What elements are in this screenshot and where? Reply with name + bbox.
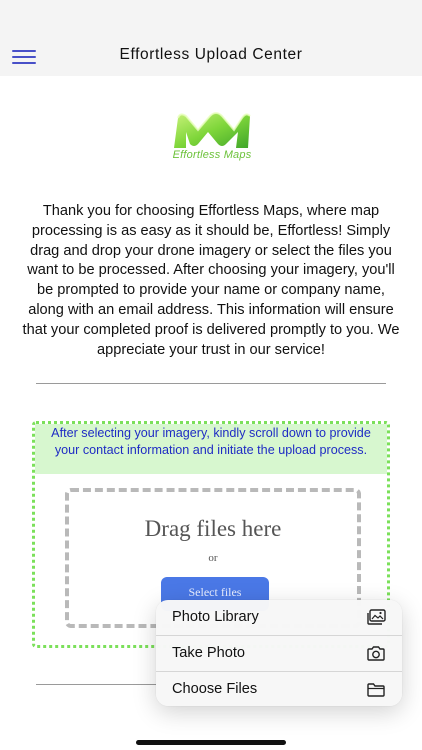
folder-icon (367, 683, 385, 697)
logo-m-icon (174, 112, 251, 148)
home-indicator[interactable] (136, 740, 286, 745)
intro-text: Thank you for choosing Effortless Maps, … (22, 203, 400, 358)
file-source-menu: Photo Library Take Photo Choose Files (156, 600, 402, 706)
app-header: Effortless Upload Center (0, 0, 422, 76)
or-text: or (208, 552, 218, 564)
menu-item-choose-files[interactable]: Choose Files (156, 671, 402, 706)
photo-library-icon (367, 609, 386, 625)
upload-notice: After selecting your imagery, kindly scr… (35, 424, 387, 474)
logo-text: Effortless Maps (172, 149, 252, 161)
effortless-maps-logo: Effortless Maps (164, 110, 260, 168)
menu-item-label: Photo Library (172, 609, 259, 625)
menu-item-photo-library[interactable]: Photo Library (156, 600, 402, 635)
menu-item-take-photo[interactable]: Take Photo (156, 635, 402, 670)
divider-bottom (36, 684, 156, 685)
menu-item-label: Take Photo (172, 645, 246, 661)
drag-files-title: Drag files here (144, 516, 282, 541)
page-title: Effortless Upload Center (119, 46, 303, 63)
divider-top (36, 383, 386, 384)
camera-icon (367, 646, 385, 661)
menu-item-label: Choose Files (172, 681, 258, 697)
